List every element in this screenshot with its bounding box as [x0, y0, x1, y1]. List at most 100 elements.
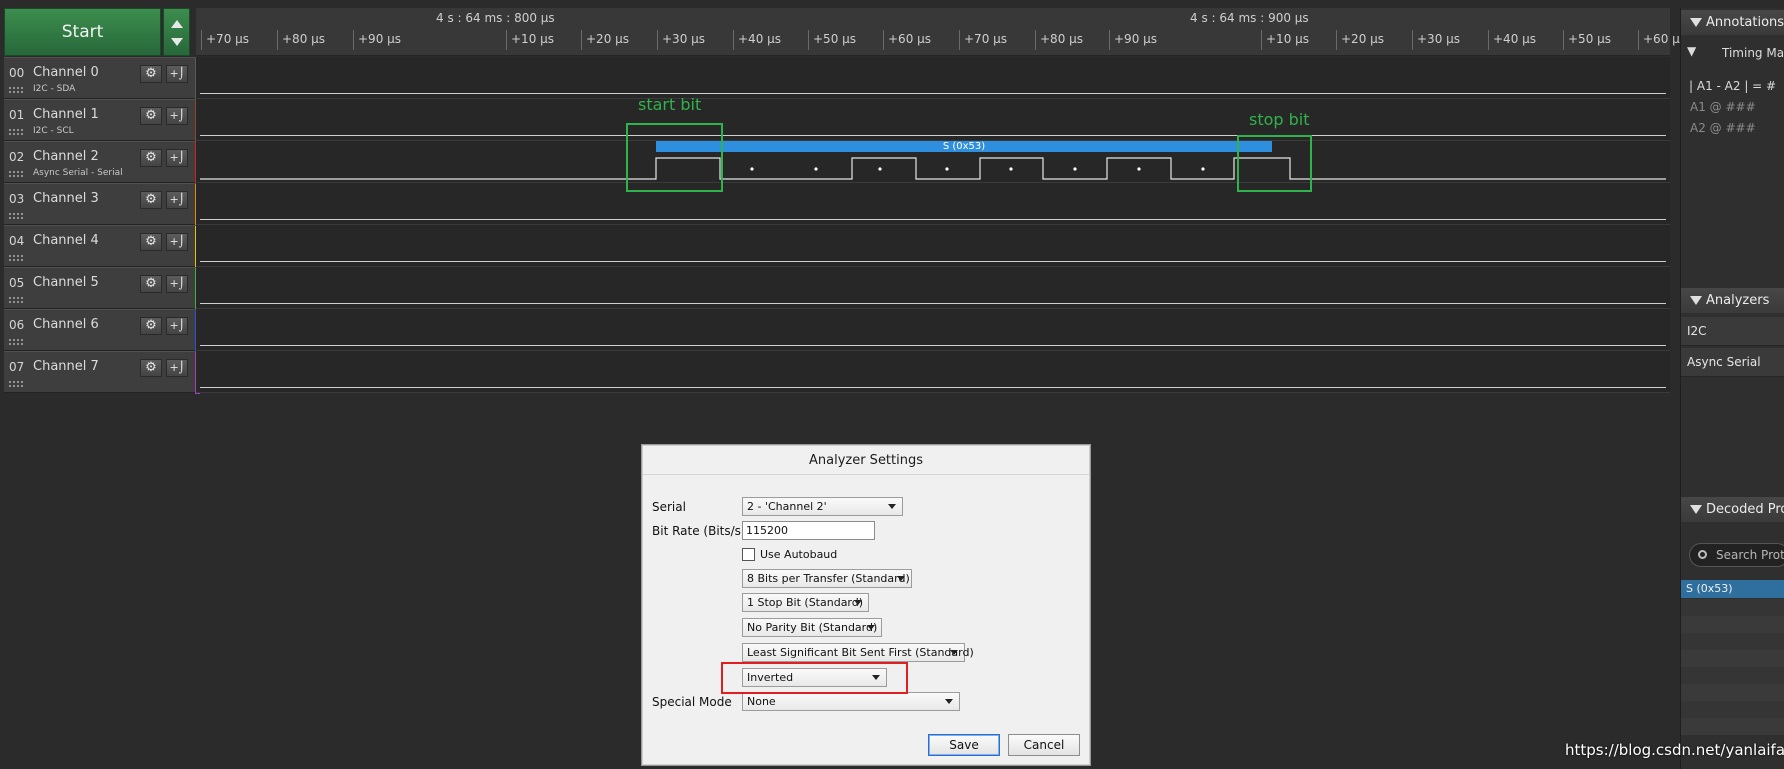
gear-icon[interactable]: ⚙ [140, 317, 162, 335]
channel-number: 02 [9, 150, 25, 164]
sample-dot [945, 167, 949, 171]
time-tick-label: +70 µs [958, 30, 1008, 50]
analyzer-label: Async Serial [1687, 355, 1761, 369]
sample-dot [814, 167, 818, 171]
channel-name: Channel 1 [33, 107, 99, 122]
time-tick-label: +80 µs [1034, 30, 1084, 50]
timeline-ruler[interactable]: 4 s : 64 ms : 800 µs 4 s : 64 ms : 900 µ… [196, 8, 1686, 56]
time-tick-label: +90 µs [352, 30, 402, 50]
start-button[interactable]: Start [4, 8, 161, 56]
bits-per-transfer-select[interactable]: 8 Bits per Transfer (Standard) [742, 569, 912, 588]
channel-2-signal [200, 157, 1666, 180]
bit-sample-dots [750, 167, 1205, 171]
trigger-icon[interactable]: +⌡ [166, 65, 188, 83]
trigger-icon[interactable]: +⌡ [166, 275, 188, 293]
analyzers-header[interactable]: Analyzers [1681, 288, 1784, 313]
gear-icon[interactable]: ⚙ [140, 275, 162, 293]
trigger-icon[interactable]: +⌡ [166, 191, 188, 209]
pin-icon[interactable]: ▼ [1687, 44, 1696, 58]
gear-icon[interactable]: ⚙ [140, 149, 162, 167]
trigger-icon[interactable]: +⌡ [166, 359, 188, 377]
time-major-label: 4 s : 64 ms : 800 µs [436, 11, 555, 25]
annotations-title: Annotations [1706, 15, 1784, 30]
result-row-empty [1681, 718, 1784, 735]
trigger-icon[interactable]: +⌡ [166, 317, 188, 335]
time-major-label: 4 s : 64 ms : 900 µs [1190, 11, 1309, 25]
measure-row: | A1 - A2 | = # [1689, 79, 1777, 93]
channel-row[interactable]: 02 Channel 2 Async Serial - Serial ⚙ +⌡ [4, 141, 200, 184]
save-button[interactable]: Save [928, 734, 1000, 756]
time-tick-label: +70 µs [200, 30, 250, 50]
parity-select[interactable]: No Parity Bit (Standard) [742, 618, 882, 637]
arrow-up-icon [171, 20, 183, 28]
cancel-button[interactable]: Cancel [1008, 734, 1080, 756]
serial-label: Serial [652, 500, 686, 514]
special-mode-select[interactable]: None [742, 692, 960, 711]
channel-row[interactable]: 03 Channel 3 ⚙ +⌡ [4, 183, 200, 226]
bitrate-input[interactable]: 115200 [742, 521, 875, 540]
drag-handle-icon[interactable] [8, 254, 24, 262]
decoded-frame-label: S (0x53) [942, 141, 986, 152]
channel-name: Channel 5 [33, 275, 99, 290]
sample-dot [878, 167, 882, 171]
start-options-arrows[interactable] [163, 8, 190, 56]
gear-icon[interactable]: ⚙ [140, 191, 162, 209]
inverted-highlight [721, 662, 908, 694]
result-row-empty [1681, 616, 1784, 633]
time-tick-label: +30 µs [656, 30, 706, 50]
autobaud-checkbox[interactable] [742, 548, 755, 561]
channel-name: Channel 3 [33, 191, 99, 206]
special-mode-label: Special Mode [652, 695, 732, 709]
drag-handle-icon[interactable] [8, 86, 24, 94]
analyzer-settings-dialog: Analyzer Settings Serial 2 - 'Channel 2'… [641, 444, 1091, 766]
time-tick-label: +60 µs [882, 30, 932, 50]
channel-name: Channel 4 [33, 233, 99, 248]
channel-row[interactable]: 04 Channel 4 ⚙ +⌡ [4, 225, 200, 268]
sample-dot [1201, 167, 1205, 171]
drag-handle-icon[interactable] [8, 296, 24, 304]
timing-marker-label: Timing Mar [1722, 46, 1784, 60]
sample-dot [1073, 167, 1077, 171]
channel-name: Channel 6 [33, 317, 99, 332]
channel-number: 00 [9, 66, 25, 80]
analyzer-item-async-serial[interactable]: Async Serial [1681, 348, 1784, 377]
decoded-protocols-header[interactable]: Decoded Protoc [1681, 497, 1784, 522]
analyzer-item-i2c[interactable]: I2C [1681, 317, 1784, 346]
serial-channel-select[interactable]: 2 - 'Channel 2' [742, 497, 903, 516]
gear-icon[interactable]: ⚙ [140, 233, 162, 251]
decoded-frame-bar[interactable]: S (0x53) [656, 141, 1272, 152]
drag-handle-icon[interactable] [8, 212, 24, 220]
channel-row[interactable]: 00 Channel 0 I2C - SDA ⚙ +⌡ [4, 57, 200, 100]
channel-number: 06 [9, 318, 25, 332]
trigger-icon[interactable]: +⌡ [166, 233, 188, 251]
gear-icon[interactable]: ⚙ [140, 107, 162, 125]
bit-order-select[interactable]: Least Significant Bit Sent First (Standa… [742, 643, 974, 662]
gear-icon[interactable]: ⚙ [140, 359, 162, 377]
channel-row[interactable]: 06 Channel 6 ⚙ +⌡ [4, 309, 200, 352]
channel-row[interactable]: 07 Channel 7 ⚙ +⌡ [4, 351, 200, 394]
channel-name: Channel 0 [33, 65, 99, 80]
bitrate-label: Bit Rate (Bits/s) [652, 524, 746, 538]
annotations-header[interactable]: Annotations [1681, 10, 1784, 35]
decoded-result-row[interactable]: S (0x53) [1681, 580, 1784, 598]
channel-list: 00 Channel 0 I2C - SDA ⚙ +⌡ 01 Channel 1 I2C - … [4, 57, 200, 394]
channel-number: 07 [9, 360, 25, 374]
result-row-empty [1681, 684, 1784, 701]
drag-handle-icon[interactable] [8, 128, 24, 136]
trigger-icon[interactable]: +⌡ [166, 149, 188, 167]
time-tick-label: +90 µs [1108, 30, 1158, 50]
drag-handle-icon[interactable] [8, 170, 24, 178]
gear-icon[interactable]: ⚙ [140, 65, 162, 83]
channel-row[interactable]: 05 Channel 5 ⚙ +⌡ [4, 267, 200, 310]
watermark-url: https://blog.csdn.net/yanlaifan [1565, 741, 1784, 759]
drag-handle-icon[interactable] [8, 380, 24, 388]
trigger-icon[interactable]: +⌡ [166, 107, 188, 125]
channel-row[interactable]: 01 Channel 1 I2C - SCL ⚙ +⌡ [4, 99, 200, 142]
time-tick-label: +40 µs [1487, 30, 1537, 50]
drag-handle-icon[interactable] [8, 338, 24, 346]
time-tick-label: +30 µs [1411, 30, 1461, 50]
stop-bit-highlight [1237, 135, 1312, 192]
time-tick-label: +40 µs [732, 30, 782, 50]
stop-bits-select[interactable]: 1 Stop Bit (Standard) [742, 593, 869, 612]
channel-number: 03 [9, 192, 25, 206]
